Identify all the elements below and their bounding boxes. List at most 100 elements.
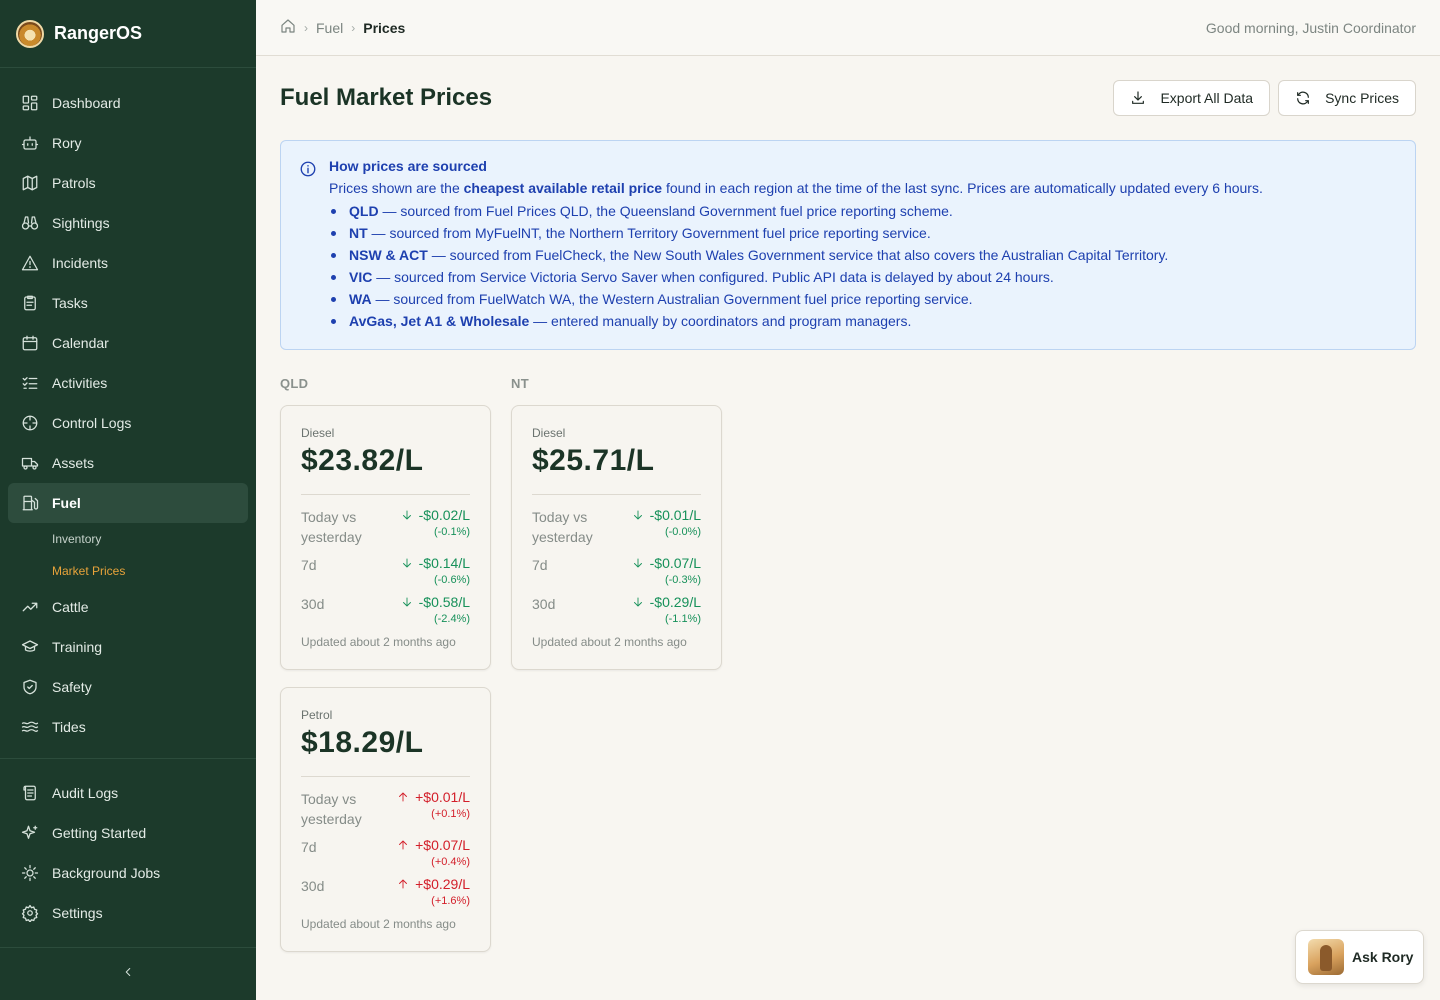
shield-icon [20, 677, 40, 697]
sidebar-item-training[interactable]: Training [8, 627, 248, 667]
source-list: QLD — sourced from Fuel Prices QLD, the … [329, 200, 1395, 332]
page-title: Fuel Market Prices [280, 84, 493, 111]
stat-pct: (+0.1%) [431, 808, 470, 820]
source-item: NSW & ACT — sourced from FuelCheck, the … [329, 244, 1395, 266]
breadcrumb-fuel[interactable]: Fuel [316, 20, 343, 36]
ask-rory-label: Ask Rory [1352, 949, 1414, 965]
sidebar-item-label: Activities [52, 375, 108, 391]
arrow-down-icon [402, 597, 411, 607]
sidebar-item-tasks[interactable]: Tasks [8, 283, 248, 323]
map-icon [20, 173, 40, 193]
source-region: NSW & ACT [349, 247, 428, 263]
source-desc: — entered manually by coordinators and p… [529, 313, 912, 329]
stat-label: Today vs yesterday [532, 509, 593, 545]
sidebar-item-label: Control Logs [52, 415, 132, 431]
robot-icon [20, 133, 40, 153]
stat-pct: (-0.6%) [433, 574, 470, 586]
source-desc: — sourced from FuelCheck, the New South … [427, 247, 1169, 263]
region-qld: QLD Diesel $23.82/L Today vs yesterday -… [280, 376, 491, 969]
sidebar-item-label: Patrols [52, 175, 96, 191]
arrow-down-icon [402, 510, 411, 520]
stat-abs: +$0.01/L [415, 789, 470, 805]
stat-value: -$0.14/L (-0.6%) [401, 555, 470, 586]
greeting: Good morning, Justin Coordinator [1205, 19, 1416, 36]
sidebar-subitem-market-prices[interactable]: Market Prices [0, 555, 256, 587]
sidebar-item-incidents[interactable]: Incidents [8, 243, 248, 283]
sidebar-divider [0, 758, 256, 759]
stat-abs: +$0.07/L [415, 837, 470, 853]
sidebar-item-label: Assets [52, 455, 95, 471]
stat-label: 7d [301, 839, 317, 855]
sidebar-item-label: Tasks [52, 295, 88, 311]
stat-value: -$0.07/L (-0.3%) [632, 555, 701, 586]
stat-row: Today vs yesterday -$0.01/L (-0.0%) [532, 507, 701, 547]
sidebar-item-calendar[interactable]: Calendar [8, 323, 248, 363]
arrow-up-icon [399, 792, 408, 802]
stat-row: 30d -$0.58/L (-2.4%) [301, 594, 470, 625]
updated-text: Updated about 2 months ago [301, 635, 456, 649]
sidebar-item-control-logs[interactable]: Control Logs [8, 403, 248, 443]
home-icon[interactable] [280, 18, 296, 37]
info-text-after: found in each region at the time of the … [662, 180, 1263, 196]
fuel-type: Diesel [532, 426, 566, 440]
crosshair-icon [20, 413, 40, 433]
calendar-icon [20, 333, 40, 353]
sparkles-icon [20, 823, 40, 843]
stat-row: 7d -$0.14/L (-0.6%) [301, 555, 470, 586]
export-all-data-button[interactable]: Export All Data [1113, 80, 1271, 116]
region-label: NT [511, 376, 529, 391]
source-desc: — sourced from Service Victoria Servo Sa… [372, 269, 1054, 285]
binoculars-icon [20, 213, 40, 233]
sidebar-item-getting-started[interactable]: Getting Started [8, 813, 248, 853]
stat-pct: (-0.1%) [433, 526, 470, 538]
source-region: QLD [349, 203, 379, 219]
sync-prices-button[interactable]: Sync Prices [1278, 80, 1416, 116]
refresh-icon [1297, 91, 1310, 105]
region-nt: NT Diesel $25.71/L Today vs yesterday -$… [511, 376, 722, 969]
stat-label: 30d [532, 596, 556, 612]
topbar: › Fuel › Prices Good morning, Justin Coo… [256, 0, 1440, 56]
breadcrumb-current: Prices [363, 19, 406, 36]
sidebar-item-activities[interactable]: Activities [8, 363, 248, 403]
sidebar-item-fuel[interactable]: Fuel [8, 483, 248, 523]
stat-value: -$0.58/L (-2.4%) [401, 594, 470, 625]
sidebar-item-label: Dashboard [52, 95, 121, 111]
sidebar-collapse-button[interactable] [0, 947, 256, 1000]
sidebar-item-safety[interactable]: Safety [8, 667, 248, 707]
export-label: Export All Data [1160, 90, 1254, 106]
brand[interactable]: RangerOS [0, 0, 256, 68]
sidebar-item-audit-logs[interactable]: Audit Logs [8, 773, 248, 813]
sidebar-item-rory[interactable]: Rory [8, 123, 248, 163]
brand-logo [16, 19, 44, 48]
source-desc: — sourced from FuelWatch WA, the Western… [371, 291, 973, 307]
sidebar-item-assets[interactable]: Assets [8, 443, 248, 483]
sidebar-subitem-inventory[interactable]: Inventory [0, 523, 256, 555]
stat-pct: (-2.4%) [433, 613, 470, 625]
trend-icon [20, 597, 40, 617]
card-divider [532, 494, 701, 495]
updated-text: Updated about 2 months ago [301, 917, 456, 931]
sidebar-item-cattle[interactable]: Cattle [8, 587, 248, 627]
sidebar-item-tides[interactable]: Tides [8, 707, 248, 747]
sidebar-item-settings[interactable]: Settings [8, 893, 248, 933]
fuel-price: $25.71/L [532, 444, 655, 477]
cog-icon [20, 863, 40, 883]
sidebar-item-patrols[interactable]: Patrols [8, 163, 248, 203]
sidebar-item-dashboard[interactable]: Dashboard [8, 83, 248, 123]
region-label: QLD [280, 376, 309, 391]
sidebar-item-background-jobs[interactable]: Background Jobs [8, 853, 248, 893]
sidebar-item-label: Tides [52, 719, 86, 735]
arrow-up-icon [399, 879, 408, 889]
sidebar-subitem-label: Inventory [52, 532, 102, 546]
sidebar-item-label: Safety [52, 679, 92, 695]
main-content: Fuel Market Prices Export All Data Sync … [256, 56, 1440, 1000]
ask-rory-button[interactable]: Ask Rory [1295, 930, 1424, 984]
stat-abs: +$0.29/L [415, 876, 470, 892]
stat-abs: -$0.01/L [649, 507, 701, 523]
arrow-up-icon [399, 840, 408, 850]
sidebar-item-label: Rory [52, 135, 82, 151]
stat-label: Today vs yesterday [301, 509, 362, 545]
sidebar-item-sightings[interactable]: Sightings [8, 203, 248, 243]
source-item: AvGas, Jet A1 & Wholesale — entered manu… [329, 310, 1395, 332]
sidebar-item-label: Incidents [52, 255, 109, 271]
